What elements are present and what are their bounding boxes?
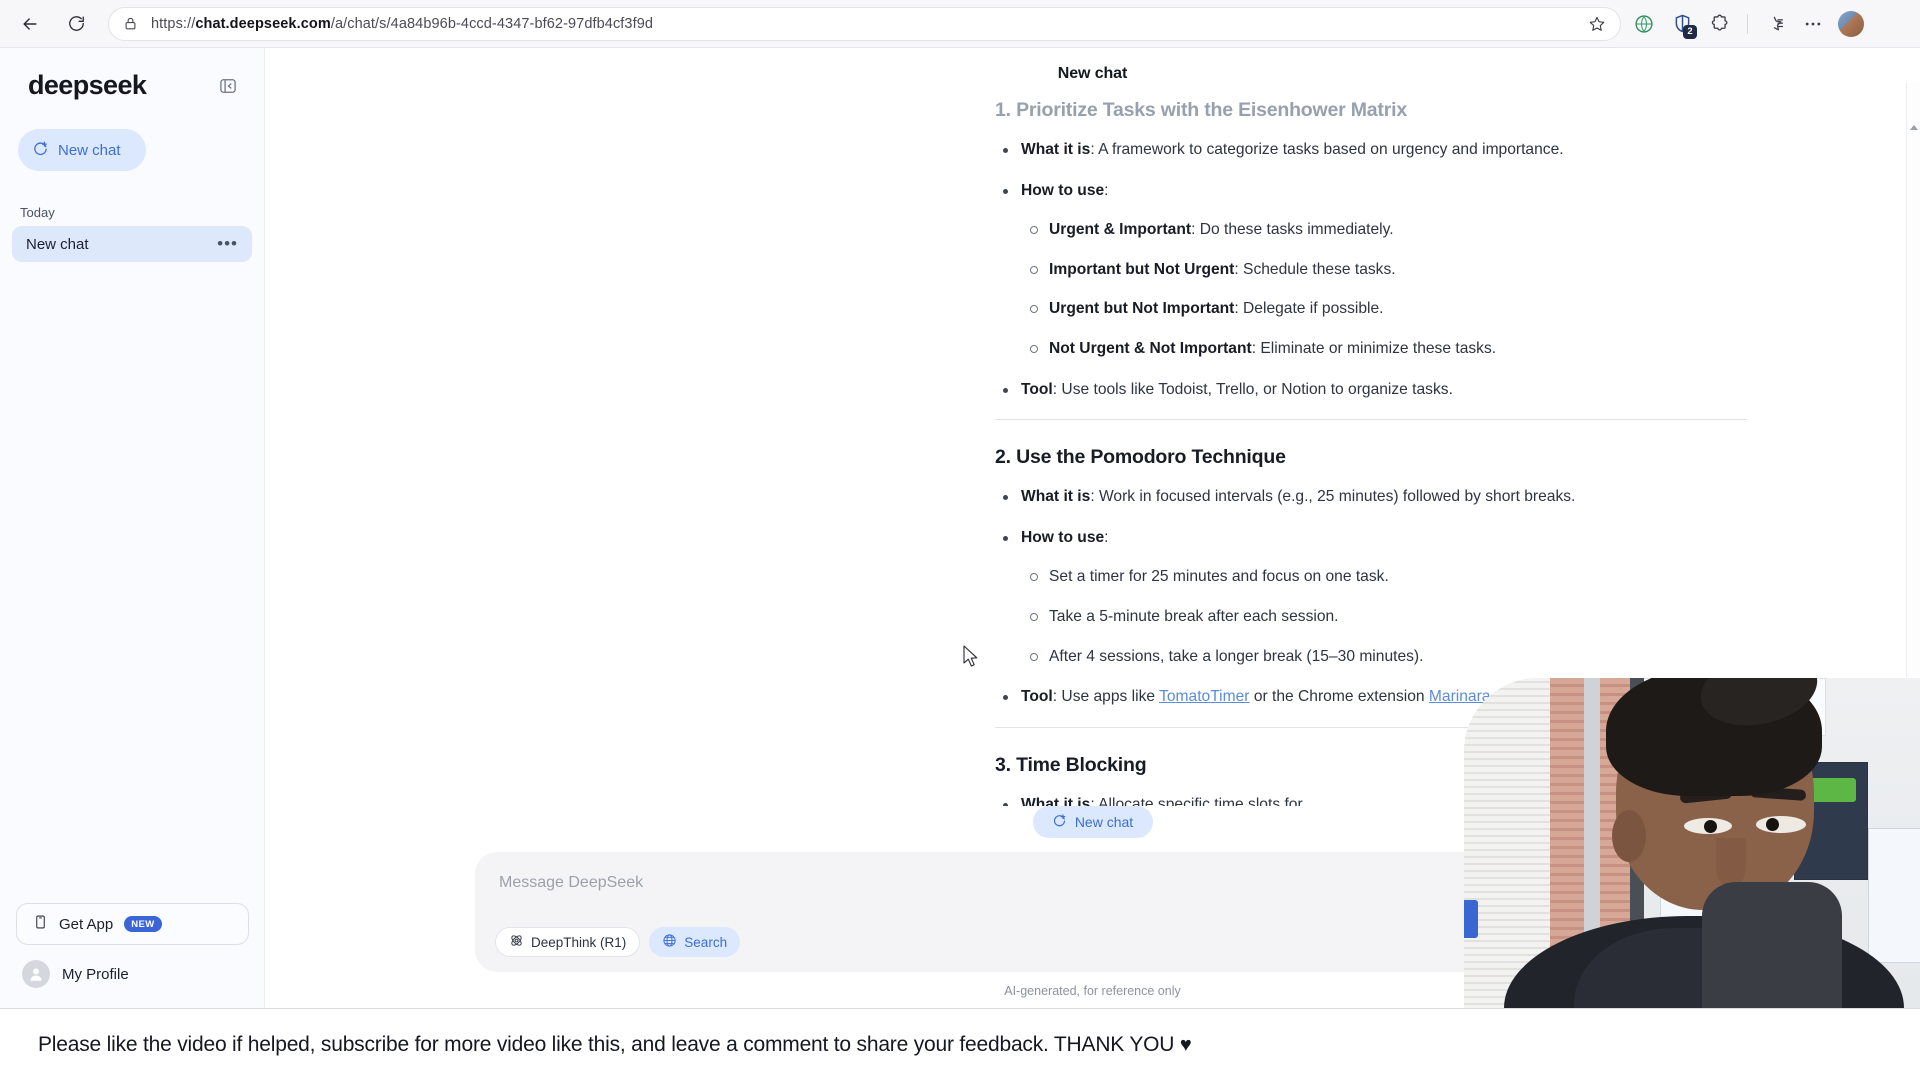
heart-icon: ♥ — [1179, 1033, 1192, 1056]
screen-root: https://chat.deepseek.com/a/chat/s/4a84b… — [0, 0, 1920, 1080]
chat-item-more-icon[interactable]: ••• — [217, 235, 238, 252]
user-avatar-icon — [22, 960, 50, 988]
url-text: https://chat.deepseek.com/a/chat/s/4a84b… — [151, 15, 654, 32]
caption-bar: Please like the video if helped, subscri… — [0, 1008, 1920, 1080]
mobile-phone-icon — [33, 913, 48, 936]
collections-icon[interactable] — [1758, 7, 1792, 41]
new-chat-refresh-icon — [1052, 813, 1067, 831]
my-profile-label: My Profile — [62, 965, 129, 983]
section-heading-2: 2. Use the Pomodoro Technique — [995, 446, 1286, 469]
get-app-label: Get App — [59, 915, 114, 933]
new-chat-float-button[interactable]: New chat — [1032, 806, 1153, 838]
sidebar-header: deepseek — [0, 48, 264, 101]
collapse-sidebar-icon[interactable] — [214, 72, 242, 100]
globe-icon — [662, 933, 677, 951]
sidebar: deepseek New chat Today New chat ••• Get… — [0, 48, 265, 1008]
list-item: How to use: Urgent & Important: Do these… — [995, 180, 1755, 361]
chat-item-label: New chat — [26, 235, 89, 253]
new-chat-float-label: New chat — [1074, 814, 1134, 830]
shield-tracker-icon[interactable]: 2 — [1665, 7, 1699, 41]
my-profile-button[interactable]: My Profile — [22, 960, 265, 988]
deepthink-label: DeepThink (R1) — [531, 934, 627, 950]
new-badge: NEW — [124, 916, 162, 932]
bookmark-star-icon[interactable] — [1588, 15, 1606, 33]
list-item: Important but Not Urgent: Schedule these… — [1021, 259, 1755, 282]
deepthink-toggle[interactable]: DeepThink (R1) — [495, 927, 641, 957]
list-item: How to use: Set a timer for 25 minutes a… — [995, 527, 1755, 668]
person-eye-left — [1684, 818, 1732, 834]
browser-essentials-icon[interactable] — [1627, 7, 1661, 41]
list-item: Set a timer for 25 minutes and focus on … — [1021, 566, 1755, 589]
extensions-puzzle-icon[interactable] — [1703, 7, 1737, 41]
lock-icon — [123, 16, 139, 32]
list-item: Take a 5-minute break after each session… — [1021, 606, 1755, 629]
section-2-sublist: Set a timer for 25 minutes and focus on … — [1021, 566, 1755, 668]
browser-toolbar: https://chat.deepseek.com/a/chat/s/4a84b… — [0, 0, 1920, 48]
scroll-up-arrow-icon[interactable] — [1910, 125, 1918, 130]
reload-icon[interactable] — [58, 6, 94, 42]
deepseek-logo: deepseek — [28, 70, 147, 100]
list-item: What it is: A framework to categorize ta… — [995, 139, 1755, 162]
get-app-button[interactable]: Get App NEW — [16, 903, 249, 945]
list-item: Urgent but Not Important: Delegate if po… — [1021, 298, 1755, 321]
section-1-sublist: Urgent & Important: Do these tasks immed… — [1021, 219, 1755, 360]
sidebar-item-new-chat[interactable]: New chat ••• — [12, 226, 252, 262]
avatar — [1838, 10, 1864, 37]
toolbar-divider — [1747, 13, 1748, 34]
new-chat-button[interactable]: New chat — [18, 129, 146, 171]
atom-icon — [509, 933, 524, 951]
blue-tab — [1464, 900, 1478, 938]
profile-avatar-icon[interactable] — [1834, 7, 1868, 41]
section-divider — [995, 419, 1747, 421]
section-heading-1: 1. Prioritize Tasks with the Eisenhower … — [995, 99, 1407, 121]
section-2-list: What it is: Work in focused intervals (e… — [995, 486, 1755, 709]
list-item: After 4 sessions, take a longer break (1… — [1021, 646, 1755, 669]
link-tomatotimer[interactable]: TomatoTimer — [1159, 688, 1249, 705]
back-arrow-icon[interactable] — [12, 6, 48, 42]
search-toggle[interactable]: Search — [649, 927, 741, 957]
person-ear — [1612, 810, 1646, 862]
page-title: New chat — [1057, 65, 1128, 82]
person-eye-right — [1756, 816, 1806, 833]
wall-poster-right — [1868, 828, 1920, 963]
sidebar-section-today: Today — [20, 205, 55, 220]
list-item: Urgent & Important: Do these tasks immed… — [1021, 219, 1755, 242]
search-label: Search — [684, 934, 728, 950]
caption-text: Please like the video if helped, subscri… — [38, 1033, 1192, 1057]
toolbar-icons: 2 — [1627, 7, 1868, 41]
section-1-list: What it is: A framework to categorize ta… — [995, 139, 1755, 401]
new-chat-refresh-icon — [32, 140, 49, 161]
list-item: Not Urgent & Not Important: Eliminate or… — [1021, 338, 1755, 361]
sidebar-footer: Get App NEW My Profile — [0, 903, 265, 988]
address-bar[interactable]: https://chat.deepseek.com/a/chat/s/4a84b… — [108, 6, 1621, 41]
person-nose — [1716, 838, 1746, 886]
list-item: What it is: Work in focused intervals (e… — [995, 486, 1755, 509]
new-chat-label: New chat — [58, 141, 121, 159]
caption-message: Please like the video if helped, subscri… — [38, 1032, 1175, 1056]
list-item: Tool: Use tools like Todoist, Trello, or… — [995, 379, 1755, 402]
shield-badge-count: 2 — [1683, 24, 1697, 39]
settings-more-icon[interactable] — [1796, 7, 1830, 41]
mouse-cursor — [963, 645, 980, 674]
